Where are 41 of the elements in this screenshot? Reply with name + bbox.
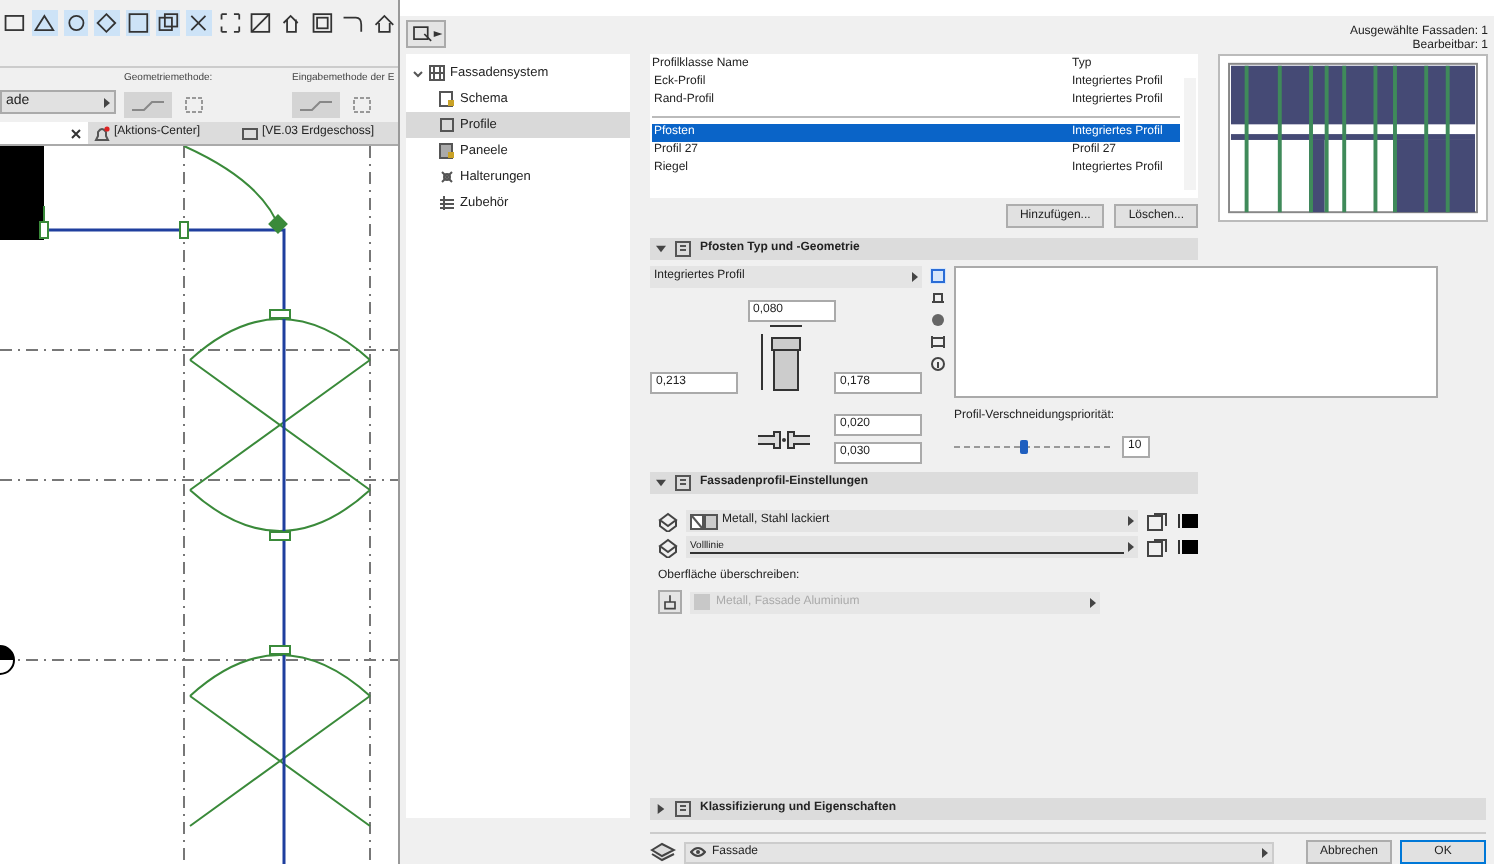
paint-bucket-icon[interactable]	[658, 590, 682, 614]
method-button-icon[interactable]	[124, 91, 172, 117]
slider-thumb[interactable]	[1020, 439, 1029, 453]
frame-view-icon[interactable]	[930, 334, 946, 350]
close-icon[interactable]	[70, 127, 82, 139]
section-view-icon[interactable]	[930, 290, 946, 306]
plan-view-icon[interactable]	[930, 268, 946, 284]
section-icon	[674, 474, 692, 492]
caret-icon	[1128, 542, 1134, 552]
line-pen-icon[interactable]	[1146, 537, 1170, 557]
eye-icon	[690, 846, 706, 858]
method-button-icon[interactable]	[292, 91, 340, 117]
profile-icon	[438, 116, 456, 134]
wall-block	[0, 146, 44, 240]
sphere-view-icon[interactable]	[930, 312, 946, 328]
caret-icon	[912, 272, 918, 282]
schema-icon	[438, 90, 456, 108]
caret-icon	[1262, 847, 1268, 857]
house-icon[interactable]	[371, 10, 397, 36]
layer-icon	[650, 842, 676, 862]
caret-icon	[1128, 516, 1134, 526]
info-icon[interactable]	[930, 356, 946, 372]
chevron-icon[interactable]	[656, 478, 666, 488]
caret-icon	[104, 97, 110, 107]
panel-icon	[438, 142, 456, 160]
chevron-icon[interactable]	[412, 67, 424, 79]
section-icon	[674, 800, 692, 818]
section-icon	[674, 240, 692, 258]
view-tab[interactable]	[0, 122, 88, 144]
chevron-icon[interactable]	[656, 244, 666, 254]
favorites-icon[interactable]	[406, 19, 446, 48]
floor-plan-icon	[242, 125, 258, 141]
material-swatch-icon	[694, 594, 710, 610]
grid-icon	[428, 64, 446, 82]
pen-color-swatch-icon[interactable]	[1178, 540, 1198, 554]
bell-icon	[94, 125, 110, 141]
material-swatch-icon	[690, 513, 718, 529]
pen-color-swatch-icon[interactable]	[1178, 514, 1198, 528]
chevron-icon[interactable]	[656, 804, 666, 814]
surface-pen-icon[interactable]	[1146, 511, 1170, 531]
caret-icon	[1090, 597, 1096, 607]
